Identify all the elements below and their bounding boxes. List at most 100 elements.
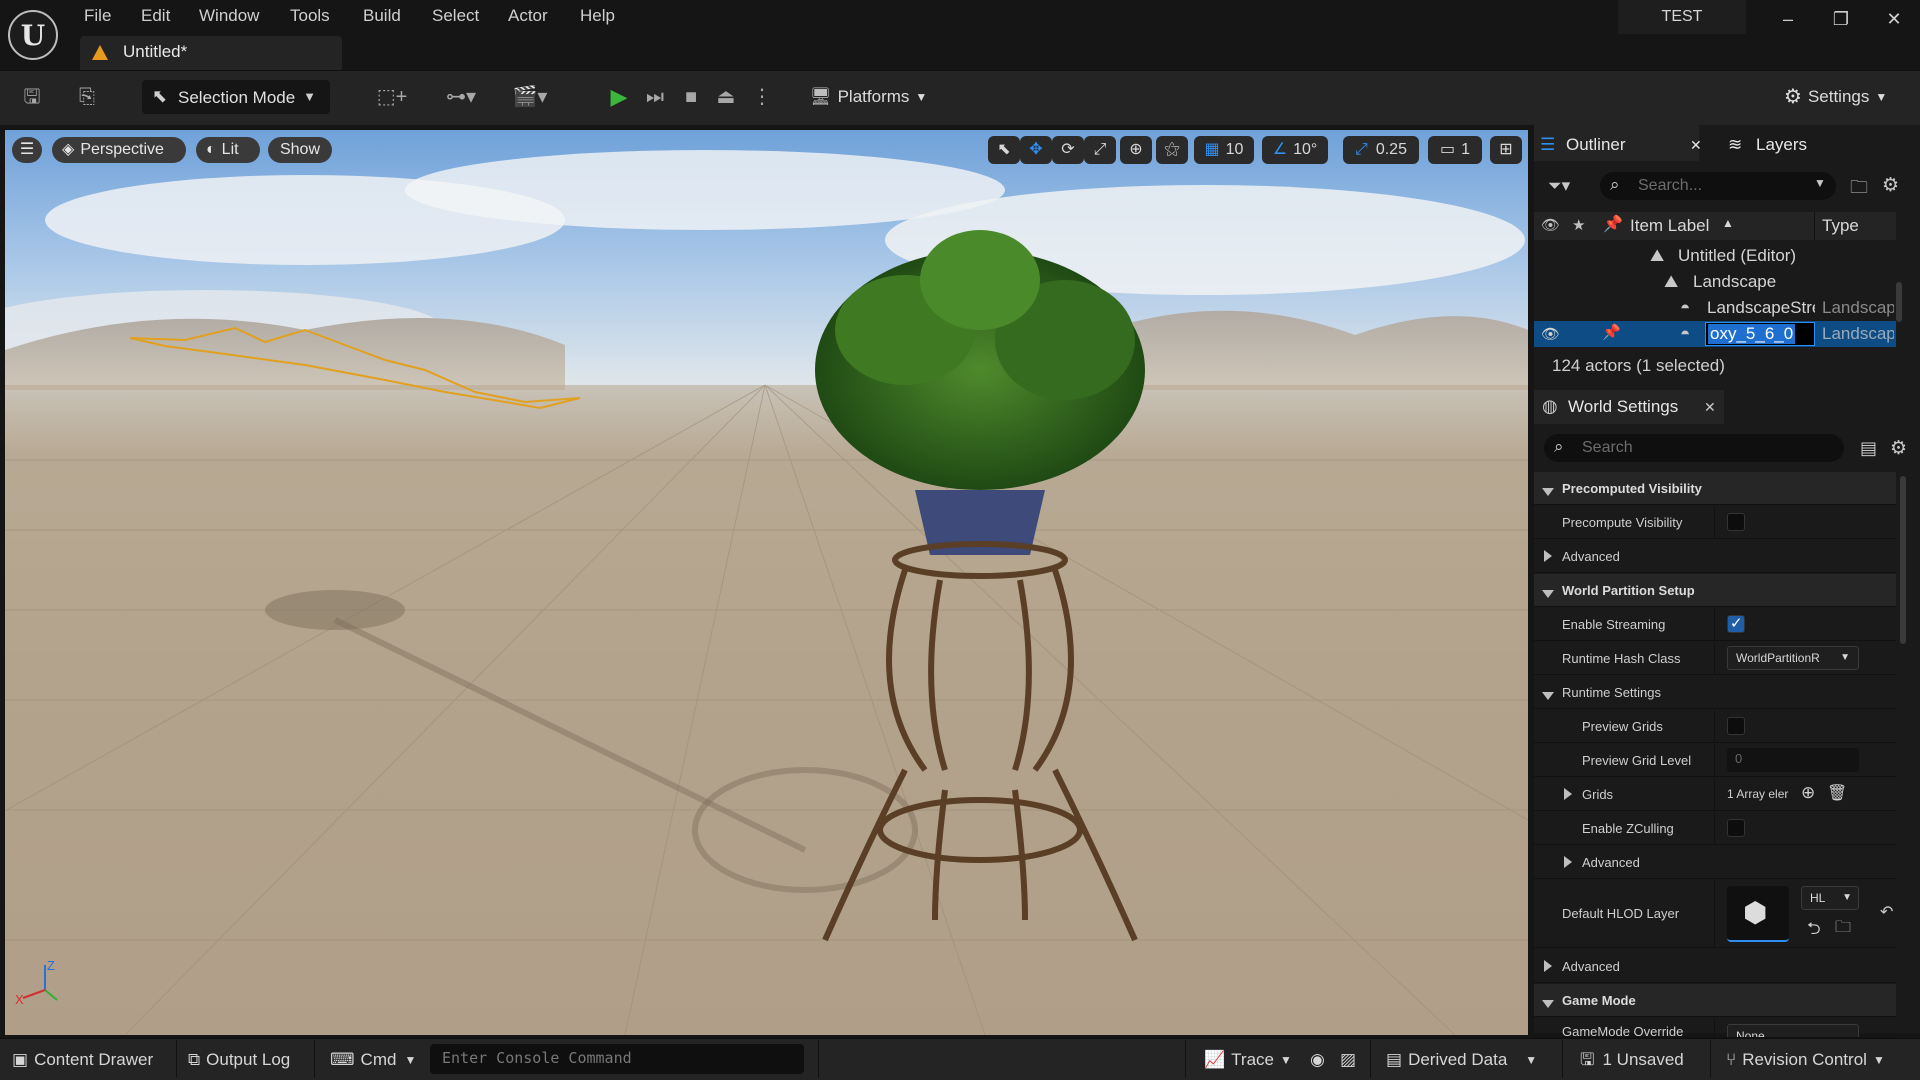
reset-to-default-icon[interactable]: ↶ <box>1880 902 1893 922</box>
enable-zculling-checkbox[interactable] <box>1727 819 1745 837</box>
unreal-logo-icon[interactable]: U <box>8 10 58 60</box>
save-icon[interactable]: 🖫 <box>18 82 46 112</box>
add-actor-icon[interactable]: ⬚+ <box>368 82 416 112</box>
outliner-row[interactable]: ⛰ Untitled (Editor) <box>1534 243 1896 269</box>
menu-select[interactable]: Select <box>432 4 479 28</box>
menu-edit[interactable]: Edit <box>141 4 170 28</box>
gear-icon[interactable]: ⚙ <box>1882 174 1899 197</box>
filter-icon[interactable]: ⏷▾ <box>1548 176 1570 196</box>
scale-tool-icon[interactable]: ⤢ <box>1084 136 1116 164</box>
hlod-asset-thumbnail[interactable]: ⬢ <box>1727 886 1789 942</box>
outliner-search-input[interactable]: ⌕ Search... ▼ <box>1600 172 1836 200</box>
viewport-menu-icon[interactable]: ☰ <box>12 137 42 163</box>
enable-streaming-checkbox[interactable] <box>1727 614 1745 633</box>
rotate-tool-icon[interactable]: ⟳ <box>1052 136 1084 164</box>
menu-tools[interactable]: Tools <box>290 4 330 28</box>
grid-snap-button[interactable]: ▦ 10 <box>1194 136 1254 164</box>
visibility-icon[interactable]: 👁 <box>1541 325 1560 343</box>
visibility-icon[interactable]: 👁 <box>1541 216 1560 234</box>
browse-icon[interactable]: ⎘ <box>72 82 102 112</box>
menu-help[interactable]: Help <box>580 4 615 28</box>
unsaved-button[interactable]: 🖫 1 Unsaved <box>1580 1048 1684 1072</box>
more-options-icon[interactable]: ⋮ <box>752 82 772 112</box>
property-row[interactable]: Advanced <box>1534 846 1896 879</box>
runtime-hash-class-dropdown[interactable]: WorldPartitionR ▼ <box>1727 646 1859 670</box>
outliner-row-selected[interactable]: 👁 📌 ◓ oxy_5_6_0 Landscap <box>1534 321 1896 347</box>
use-selected-icon[interactable]: ⮌ <box>1807 916 1821 945</box>
revision-control-dropdown[interactable]: ⑂ Revision Control ▼ <box>1726 1048 1885 1072</box>
precompute-visibility-checkbox[interactable] <box>1727 513 1745 531</box>
column-type[interactable]: Type <box>1822 216 1859 236</box>
browse-asset-icon[interactable]: 🗀 <box>1835 916 1851 943</box>
menu-build[interactable]: Build <box>363 4 401 28</box>
world-settings-search-input[interactable]: ⌕ Search <box>1544 434 1844 462</box>
outliner-scrollbar[interactable] <box>1896 282 1902 322</box>
minimize-button[interactable]: – <box>1770 6 1806 32</box>
pin-icon[interactable]: 📌 <box>1602 323 1621 341</box>
property-row[interactable]: Runtime Settings <box>1534 676 1896 709</box>
preview-grid-level-input[interactable]: 0 <box>1727 748 1859 772</box>
show-button[interactable]: Show <box>268 137 332 163</box>
expand-arrow-icon[interactable] <box>1564 788 1572 803</box>
step-icon[interactable]: ⏭ <box>641 82 669 112</box>
world-space-icon[interactable]: ⊕ <box>1120 136 1152 164</box>
eject-icon[interactable]: ⏏ <box>712 82 740 112</box>
star-icon[interactable]: ★ <box>1572 216 1585 234</box>
translate-tool-icon[interactable]: ✥ <box>1020 136 1052 164</box>
new-folder-icon[interactable]: 🗀 <box>1850 175 1868 205</box>
tab-outliner[interactable]: Outliner <box>1566 130 1626 160</box>
scale-snap-button[interactable]: ⤢ 0.25 <box>1343 136 1419 164</box>
gear-icon[interactable]: ⚙ <box>1890 437 1907 460</box>
stop-icon[interactable]: ■ <box>677 82 705 112</box>
close-icon[interactable]: ✕ <box>1690 130 1702 160</box>
rename-input[interactable]: oxy_5_6_0 <box>1705 322 1815 346</box>
settings-button[interactable]: ⚙ Settings ▼ <box>1784 84 1887 109</box>
perspective-button[interactable]: ◈ Perspective <box>52 137 186 163</box>
rotation-snap-button[interactable]: ∠ 10° <box>1262 136 1328 164</box>
output-log-button[interactable]: ⧉ Output Log <box>188 1048 290 1072</box>
trace-dropdown[interactable]: 📈 Trace ▼ <box>1204 1048 1292 1072</box>
tab-layers[interactable]: Layers <box>1756 130 1807 160</box>
add-element-icon[interactable]: ⊕ <box>1801 783 1815 803</box>
camera-speed-button[interactable]: ▭ 1 <box>1428 136 1482 164</box>
surface-snap-icon[interactable]: ⚝ <box>1156 136 1188 164</box>
cmd-dropdown[interactable]: ⌨ Cmd ▼ <box>330 1048 416 1072</box>
outliner-row[interactable]: ⛰ Landscape <box>1534 269 1896 295</box>
section-game-mode[interactable]: Game Mode <box>1534 984 1896 1017</box>
menu-window[interactable]: Window <box>199 4 259 28</box>
snapshot-icon[interactable]: ▨ <box>1340 1048 1356 1072</box>
platforms-button[interactable]: 🖥 Platforms ▼ <box>810 84 927 110</box>
section-precomputed-visibility[interactable]: Precomputed Visibility <box>1534 472 1896 505</box>
trash-icon[interactable]: 🗑 <box>1827 783 1847 803</box>
play-icon[interactable]: ▶ <box>605 82 633 112</box>
console-command-input[interactable]: Enter Console Command <box>430 1044 804 1074</box>
gamemode-override-dropdown[interactable]: None <box>1727 1024 1859 1037</box>
close-icon[interactable]: ✕ <box>1704 399 1716 416</box>
selection-mode-dropdown[interactable]: ⬉ Selection Mode ▼ <box>142 80 330 114</box>
blueprint-icon[interactable]: ⊶▾ <box>436 82 486 112</box>
close-button[interactable]: ✕ <box>1876 6 1912 32</box>
property-row[interactable]: Advanced <box>1534 950 1896 983</box>
content-drawer-button[interactable]: ▣ Content Drawer <box>12 1048 153 1072</box>
derived-data-dropdown[interactable]: ▤ Derived Data ▼ <box>1386 1048 1537 1072</box>
property-row[interactable]: Advanced <box>1534 540 1896 573</box>
world-settings-scrollbar[interactable] <box>1900 476 1906 644</box>
preview-grids-checkbox[interactable] <box>1727 717 1745 735</box>
viewport-layout-icon[interactable]: ⊞ <box>1490 136 1522 164</box>
menu-file[interactable]: File <box>84 4 111 28</box>
level-tab[interactable]: Untitled* <box>80 36 342 70</box>
hlod-layer-dropdown[interactable]: HL ▼ <box>1801 886 1859 910</box>
level-viewport[interactable]: Z X <box>5 130 1528 1035</box>
restore-button[interactable]: ❐ <box>1823 6 1859 32</box>
select-tool-icon[interactable]: ⬉ <box>988 136 1020 164</box>
lit-button[interactable]: ◐ Lit <box>196 137 260 163</box>
menu-actor[interactable]: Actor <box>508 4 548 28</box>
outliner-row[interactable]: ◓ LandscapeStre Landscap <box>1534 295 1896 321</box>
record-icon[interactable]: ◉ <box>1310 1048 1325 1072</box>
cinematics-icon[interactable]: 🎬▾ <box>505 82 555 112</box>
pin-icon[interactable]: 📌 <box>1603 214 1623 234</box>
column-item-label[interactable]: Item Label <box>1630 216 1709 236</box>
section-world-partition-setup[interactable]: World Partition Setup <box>1534 574 1896 607</box>
tab-world-settings[interactable]: World Settings <box>1568 397 1678 417</box>
table-view-icon[interactable]: ▤ <box>1860 438 1877 459</box>
